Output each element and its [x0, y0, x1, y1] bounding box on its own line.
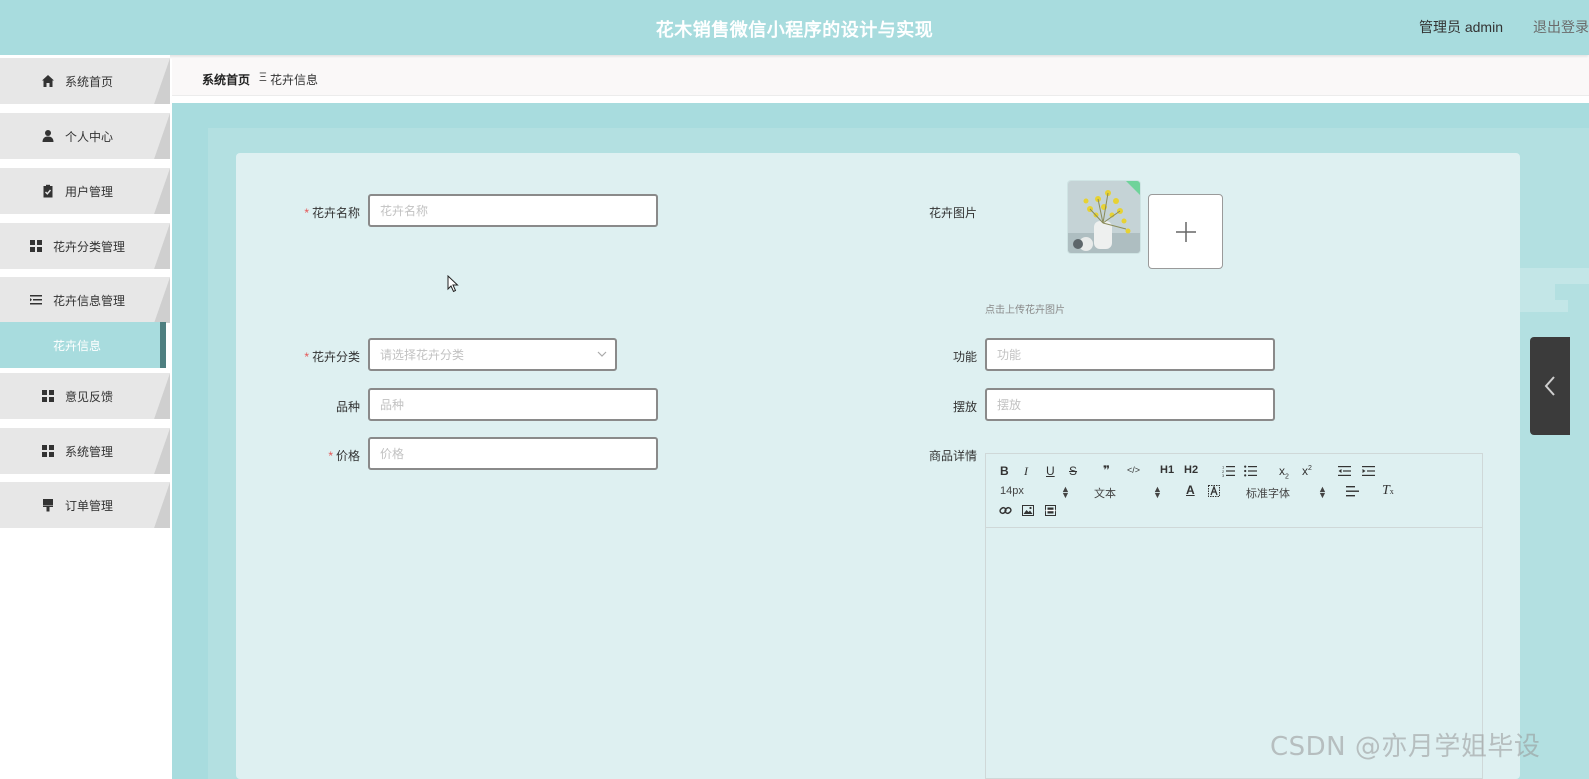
sidebar-item-flower-info[interactable]: 花卉信息 [0, 322, 170, 368]
sidebar-item-label: 订单管理 [64, 498, 113, 513]
edge-decoration [1520, 268, 1589, 284]
edge-decoration [1520, 300, 1568, 312]
clear-format-icon[interactable]: Tx [1382, 483, 1394, 499]
h1-button[interactable]: H1 [1160, 464, 1174, 476]
category-label: * 花卉分类 [304, 350, 360, 364]
sidebar-item-home[interactable]: 系统首页 [0, 58, 170, 104]
list-icon [29, 295, 42, 305]
home-icon [41, 75, 54, 87]
watermark: CSDN @亦月学姐毕设 [1270, 732, 1541, 762]
sidebar-item-users[interactable]: 用户管理 [0, 168, 170, 214]
breadcrumb-home[interactable]: 系统首页 [202, 71, 250, 88]
breadcrumb-separator: Ξ [259, 70, 267, 84]
upload-hint: 点击上传花卉图片 [985, 305, 1065, 316]
sidebar-item-label: 系统首页 [64, 74, 113, 89]
plus-icon [1175, 221, 1196, 242]
font-size-select[interactable]: 14px [1000, 485, 1024, 497]
underline-button[interactable]: U [1046, 464, 1055, 478]
image-label: 花卉图片 [928, 206, 977, 220]
sidebar-item-orders[interactable]: 订单管理 [0, 482, 170, 528]
user-icon [42, 130, 54, 142]
current-user-label: 管理员 admin [1418, 19, 1503, 35]
details-label: 商品详情 [928, 449, 977, 463]
chevron-left-icon [1544, 376, 1555, 396]
mouse-cursor-icon [447, 275, 459, 293]
video-icon[interactable] [1045, 505, 1056, 516]
price-label: * 价格 [328, 449, 360, 463]
variety-label: 品种 [335, 400, 360, 414]
subscript-button[interactable]: x2 [1279, 464, 1289, 480]
category-select[interactable]: 请选择花卉分类 [368, 338, 617, 371]
outdent-icon[interactable] [1338, 465, 1351, 477]
strike-button[interactable]: S [1069, 464, 1077, 478]
grid-icon [41, 390, 54, 402]
font-family-arrows-icon: ▲ ▼ [1318, 484, 1327, 500]
placement-input[interactable]: 摆放 [985, 388, 1275, 421]
bold-button[interactable]: B [1000, 464, 1009, 478]
font-family-select[interactable]: 标准字体 [1246, 485, 1290, 501]
sidebar-item-label: 意见反馈 [64, 389, 113, 404]
flower-image-thumbnail[interactable] [1067, 180, 1141, 254]
brush-icon [42, 499, 53, 512]
function-input[interactable]: 功能 [985, 338, 1275, 371]
font-size-arrows-icon: ▲ ▼ [1061, 484, 1070, 500]
bullet-list-icon[interactable] [1244, 465, 1257, 477]
logout-link[interactable]: 退出登录 [1533, 17, 1589, 37]
sidebar-item-label: 花卉分类管理 [52, 239, 125, 254]
variety-input[interactable]: 品种 [368, 388, 658, 421]
indent-icon[interactable] [1362, 465, 1375, 477]
app-title: 花木销售微信小程序的设计与实现 [655, 20, 934, 40]
sidebar-item-label: 个人中心 [64, 129, 113, 144]
sidebar: 系统首页 个人中心 用户管理 花卉分类管理 花卉信息管理 花卉信息 意见反馈 系… [0, 55, 170, 779]
sidebar-item-label: 系统管理 [64, 444, 113, 459]
grid-icon [41, 445, 54, 457]
sidebar-item-label: 花卉信息 [52, 338, 101, 353]
image-icon[interactable] [1022, 505, 1034, 516]
align-icon[interactable] [1346, 486, 1359, 497]
edge-decoration [1520, 284, 1555, 300]
block-type-select[interactable]: 文本 [1094, 485, 1116, 501]
upload-image-button[interactable] [1148, 194, 1223, 269]
background-color-icon[interactable] [1208, 485, 1220, 497]
editor-toolbar: B I U S ❞ </> H1 H2 123 x2 x2 14px ▲ ▼ 文本… [986, 454, 1482, 528]
sidebar-item-profile[interactable]: 个人中心 [0, 113, 170, 159]
link-icon[interactable] [999, 504, 1012, 517]
collapse-panel-tab[interactable] [1530, 337, 1570, 435]
name-input[interactable]: 花卉名称 [368, 194, 658, 227]
breadcrumb-current: 花卉信息 [270, 73, 319, 87]
name-label: * 花卉名称 [304, 206, 360, 220]
code-button[interactable]: </> [1127, 465, 1140, 475]
block-type-arrows-icon: ▲ ▼ [1153, 484, 1162, 500]
sidebar-item-flower-info-mgmt[interactable]: 花卉信息管理 [0, 277, 170, 323]
placement-label: 摆放 [952, 400, 977, 414]
sidebar-item-label: 花卉信息管理 [52, 293, 125, 308]
italic-button[interactable]: I [1024, 464, 1028, 479]
price-input[interactable]: 价格 [368, 437, 658, 470]
svg-text:3: 3 [1222, 473, 1225, 477]
font-color-icon[interactable]: A [1186, 483, 1195, 497]
sidebar-item-feedback[interactable]: 意见反馈 [0, 373, 170, 419]
superscript-button[interactable]: x2 [1302, 464, 1312, 478]
blockquote-button[interactable]: ❞ [1103, 463, 1110, 477]
top-header: 花木销售微信小程序的设计与实现 管理员 admin 退出登录 [0, 0, 1589, 55]
sidebar-item-label: 用户管理 [64, 184, 113, 199]
ordered-list-icon[interactable]: 123 [1222, 465, 1235, 477]
function-label: 功能 [952, 350, 977, 364]
grid-icon [29, 240, 42, 252]
flower-photo-icon [1068, 181, 1140, 253]
chevron-down-icon [597, 351, 607, 357]
clipboard-icon [43, 184, 53, 198]
sidebar-item-system[interactable]: 系统管理 [0, 428, 170, 474]
sidebar-item-flower-category[interactable]: 花卉分类管理 [0, 223, 170, 269]
breadcrumb: 系统首页 Ξ 花卉信息 [172, 58, 1589, 96]
h2-button[interactable]: H2 [1184, 464, 1198, 476]
